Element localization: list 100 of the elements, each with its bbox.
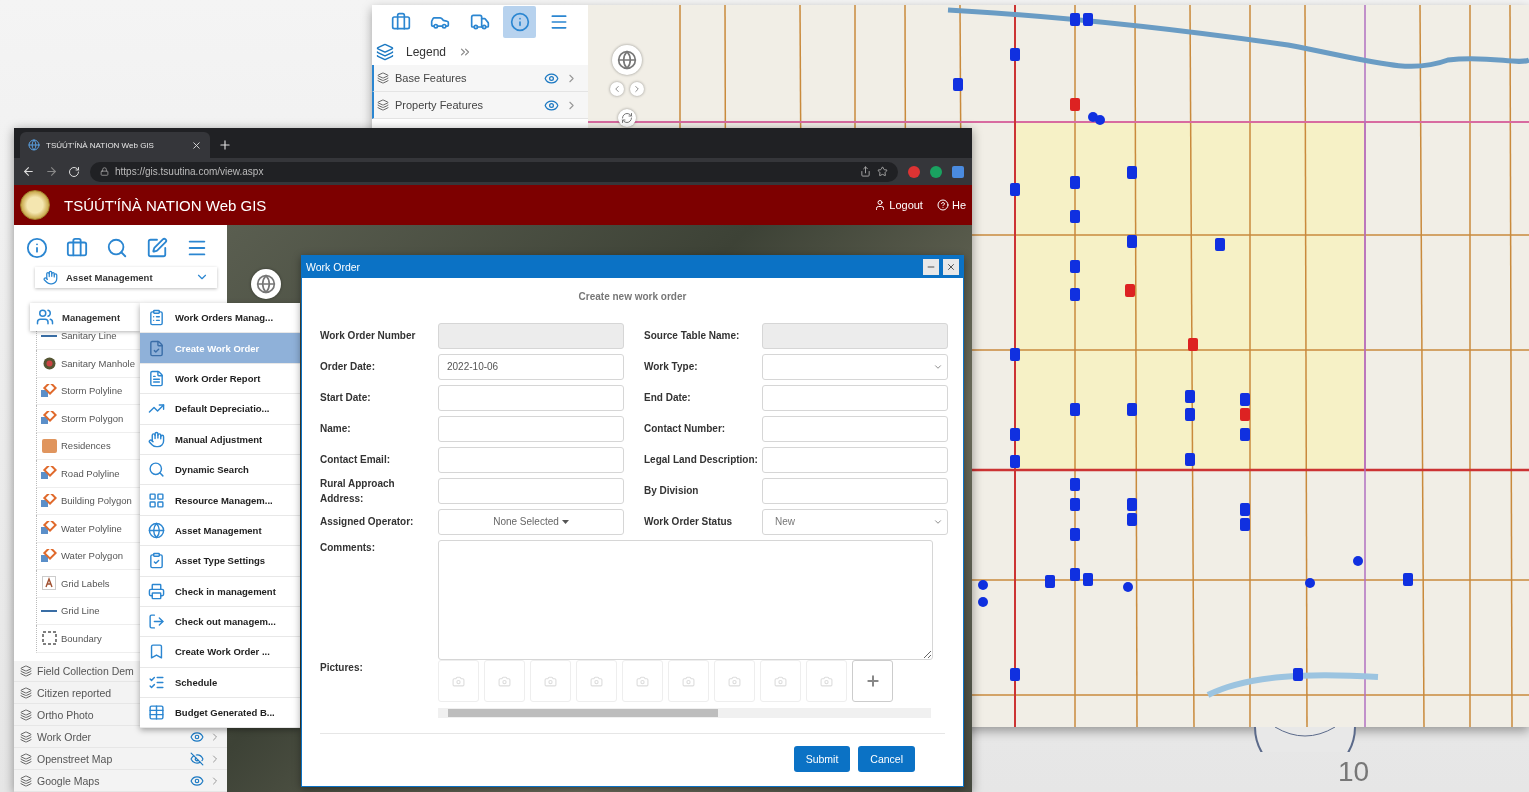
input-field[interactable] xyxy=(762,415,948,442)
forward-icon[interactable] xyxy=(45,165,58,178)
menu-item[interactable]: Resource Managem... xyxy=(140,485,300,516)
menu-item[interactable]: Check out managem... xyxy=(140,606,300,638)
select-field[interactable]: New xyxy=(762,508,948,535)
document-icon xyxy=(148,369,165,387)
info-icon[interactable] xyxy=(26,237,48,260)
layer-row[interactable]: Work Order xyxy=(14,726,227,749)
photo-slot[interactable] xyxy=(530,660,571,702)
photo-slot[interactable] xyxy=(714,660,755,702)
layer-row[interactable]: Property Features xyxy=(372,92,588,119)
camera-icon xyxy=(452,674,465,688)
eye-icon[interactable] xyxy=(544,70,559,86)
browser-tab[interactable]: TSÚÚT'ÍNÀ NATION Web GIS xyxy=(20,132,210,158)
chevron-right-icon xyxy=(632,84,642,94)
menu-item[interactable]: Asset Management xyxy=(140,515,300,547)
horizontal-scrollbar[interactable] xyxy=(438,708,931,718)
input-field[interactable] xyxy=(762,446,948,473)
field-label: Comments: xyxy=(320,541,376,555)
field-label: Source Table Name: xyxy=(644,329,741,343)
photo-slot[interactable] xyxy=(576,660,617,702)
input-field[interactable] xyxy=(762,477,948,504)
tab-title: TSÚÚT'ÍNÀ NATION Web GIS xyxy=(46,140,154,150)
menu-item[interactable]: Work Orders Manag... xyxy=(140,303,300,334)
eye-icon[interactable] xyxy=(190,729,204,744)
photo-slot[interactable] xyxy=(484,660,525,702)
menu-item[interactable]: Dynamic Search xyxy=(140,454,300,486)
globe-button[interactable] xyxy=(251,269,281,299)
camera-icon xyxy=(774,674,787,688)
form-heading: Create new work order xyxy=(577,290,688,304)
header-link[interactable]: Logout xyxy=(874,199,923,211)
photo-slot[interactable] xyxy=(668,660,709,702)
eye-off-icon[interactable] xyxy=(190,751,204,766)
layer-row[interactable]: Google Maps xyxy=(14,770,227,792)
photo-slot[interactable] xyxy=(438,660,479,702)
comments-field[interactable] xyxy=(438,540,933,660)
photo-slot[interactable] xyxy=(622,660,663,702)
reload-icon[interactable] xyxy=(68,165,80,178)
edit-icon[interactable] xyxy=(146,237,168,260)
input-field[interactable] xyxy=(438,415,624,442)
hand-icon xyxy=(148,430,165,448)
add-picture-button[interactable] xyxy=(852,660,893,702)
input-field[interactable]: 2022-10-06 xyxy=(438,353,624,380)
search-icon[interactable] xyxy=(106,237,128,260)
menu-item[interactable]: Check in management xyxy=(140,576,300,607)
menu-item[interactable]: Schedule xyxy=(140,667,300,699)
toolbar-button[interactable] xyxy=(502,6,537,38)
menu-item[interactable]: Default Depreciatio... xyxy=(140,394,300,425)
address-bar[interactable]: https://gis.tsuutina.com/view.aspx xyxy=(90,161,898,182)
layer-label: Ortho Photo xyxy=(37,708,94,721)
photo-slot[interactable] xyxy=(806,660,847,702)
legend-label: Water Polyline xyxy=(61,522,122,534)
layers-icon xyxy=(20,686,32,699)
layer-row[interactable]: Base Features xyxy=(372,65,588,92)
input-field[interactable] xyxy=(438,384,624,411)
menu-item[interactable]: Create Work Order ... xyxy=(140,637,300,668)
multiselect-dropdown[interactable]: None Selected xyxy=(438,508,624,535)
share-icon[interactable] xyxy=(860,166,871,177)
photo-slot[interactable] xyxy=(760,660,801,702)
slide-number: 10 xyxy=(1338,758,1370,786)
legend-label: Road Polyline xyxy=(61,467,120,479)
legend-label: Grid Line xyxy=(61,605,100,617)
close-button[interactable] xyxy=(943,259,959,275)
select-field[interactable] xyxy=(762,353,948,380)
camera-icon xyxy=(544,674,557,688)
header-link[interactable]: He xyxy=(936,199,966,211)
close-icon[interactable] xyxy=(191,139,202,151)
letter-symbol-icon xyxy=(42,576,56,591)
back-icon[interactable] xyxy=(22,165,35,178)
menu-item[interactable]: Manual Adjustment xyxy=(140,424,300,455)
search-icon xyxy=(148,461,165,479)
eye-icon[interactable] xyxy=(544,97,559,113)
new-tab-icon[interactable] xyxy=(218,138,232,152)
layer-label: Openstreet Map xyxy=(37,752,113,765)
bookmark-icon xyxy=(148,643,165,661)
field-label: Order Date: xyxy=(320,360,376,374)
layer-row[interactable]: Openstreet Map xyxy=(14,748,227,771)
category-dropdown[interactable]: Asset Management xyxy=(35,267,217,288)
input-field[interactable] xyxy=(438,446,624,473)
help-icon xyxy=(936,199,949,211)
layer-label: Citizen reported xyxy=(37,686,112,699)
star-icon[interactable] xyxy=(877,166,888,177)
field-label: Contact Number: xyxy=(644,422,727,436)
field-label: By Division xyxy=(644,484,700,498)
caret-icon xyxy=(561,519,569,524)
dialog-button[interactable]: Submit xyxy=(793,746,851,772)
legend-label: Storm Polyline xyxy=(61,385,123,397)
globe-icon xyxy=(256,274,276,294)
layer-label: Field Collection Dem xyxy=(37,664,134,677)
input-field[interactable] xyxy=(762,384,948,411)
eye-icon[interactable] xyxy=(190,773,204,788)
feature-symbol-icon xyxy=(41,548,57,563)
menu-item[interactable]: Asset Type Settings xyxy=(140,546,300,577)
menu-item[interactable]: Work Order Report xyxy=(140,363,300,395)
menu-item[interactable]: Budget Generated B... xyxy=(140,698,300,729)
logo xyxy=(20,190,50,220)
input-field[interactable] xyxy=(438,477,624,504)
hand-icon xyxy=(43,269,58,285)
field-label: End Date: xyxy=(644,391,692,405)
dialog-button[interactable]: Cancel xyxy=(858,746,915,772)
